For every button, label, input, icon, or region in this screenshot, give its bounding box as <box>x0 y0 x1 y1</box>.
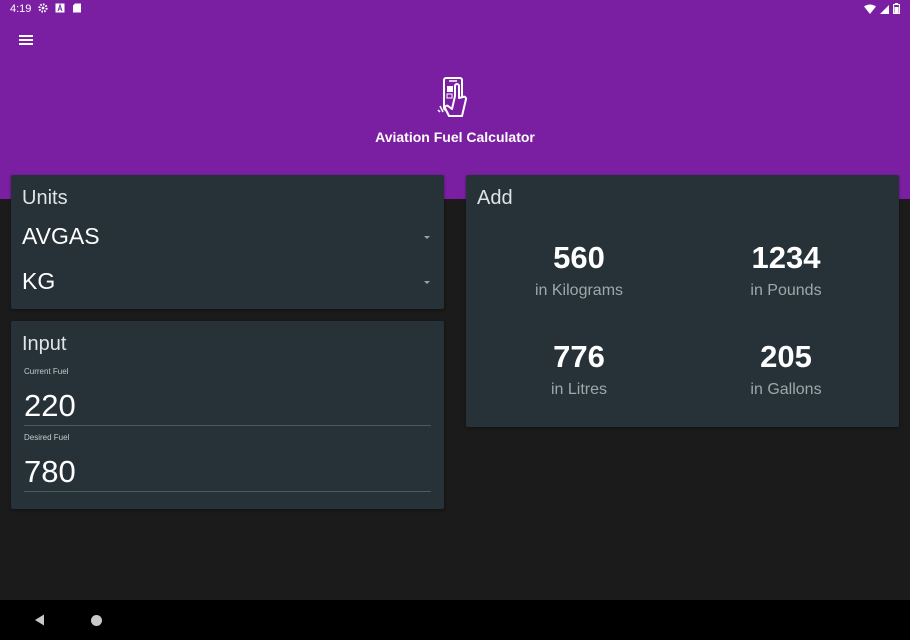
fuel-type-value: AVGAS <box>22 223 100 249</box>
fuel-calculator-logo-icon <box>437 77 467 117</box>
signal-icon <box>880 4 889 14</box>
add-card-title: Add <box>477 187 513 209</box>
status-icons-left <box>38 3 82 13</box>
fuel-type-arrow-icon <box>424 236 430 239</box>
gallons-value: 205 <box>760 339 812 374</box>
units-card-title: Units <box>22 187 68 209</box>
litres-result: 776 in Litres <box>479 339 679 399</box>
hamburger-menu-icon[interactable] <box>15 30 37 50</box>
home-icon[interactable] <box>91 615 102 626</box>
input-card-title: Input <box>22 333 67 355</box>
unit-value: KG <box>22 268 56 294</box>
navigation-bar <box>0 600 910 640</box>
gallons-result: 205 in Gallons <box>686 339 886 399</box>
a-box-icon <box>55 3 65 13</box>
current-fuel-input[interactable] <box>24 386 431 426</box>
units-card: Units AVGAS KG <box>11 175 444 309</box>
fuel-type-dropdown[interactable]: AVGAS <box>22 219 434 255</box>
litres-label: in Litres <box>550 381 608 398</box>
unit-dropdown[interactable]: KG <box>22 264 434 300</box>
settings-icon <box>38 3 48 13</box>
battery-icon <box>893 3 900 14</box>
kilograms-value: 560 <box>553 240 605 275</box>
app-title: Aviation Fuel Calculator <box>375 129 535 145</box>
litres-value: 776 <box>553 339 605 374</box>
pounds-value: 1234 <box>751 240 821 275</box>
back-icon[interactable] <box>34 614 45 626</box>
pounds-label: in Pounds <box>750 282 822 299</box>
status-bar: 4:19 <box>0 0 910 18</box>
unit-arrow-icon <box>424 281 430 284</box>
gallons-label: in Gallons <box>750 381 822 398</box>
pounds-result: 1234 in Pounds <box>686 240 886 300</box>
status-time: 4:19 <box>10 3 32 15</box>
desired-fuel-label: Desired Fuel <box>24 433 70 442</box>
desired-fuel-input[interactable] <box>24 452 431 492</box>
wifi-icon <box>864 4 876 14</box>
current-fuel-label: Current Fuel <box>24 367 69 376</box>
status-icons-right <box>864 3 900 14</box>
add-card: Add 560 in Kilograms 1234 in Pounds 776 … <box>466 175 899 427</box>
kilograms-result: 560 in Kilograms <box>479 240 679 300</box>
input-card: Input Current Fuel Desired Fuel <box>11 321 444 509</box>
sd-card-icon <box>73 3 81 13</box>
kilograms-label: in Kilograms <box>534 282 624 299</box>
